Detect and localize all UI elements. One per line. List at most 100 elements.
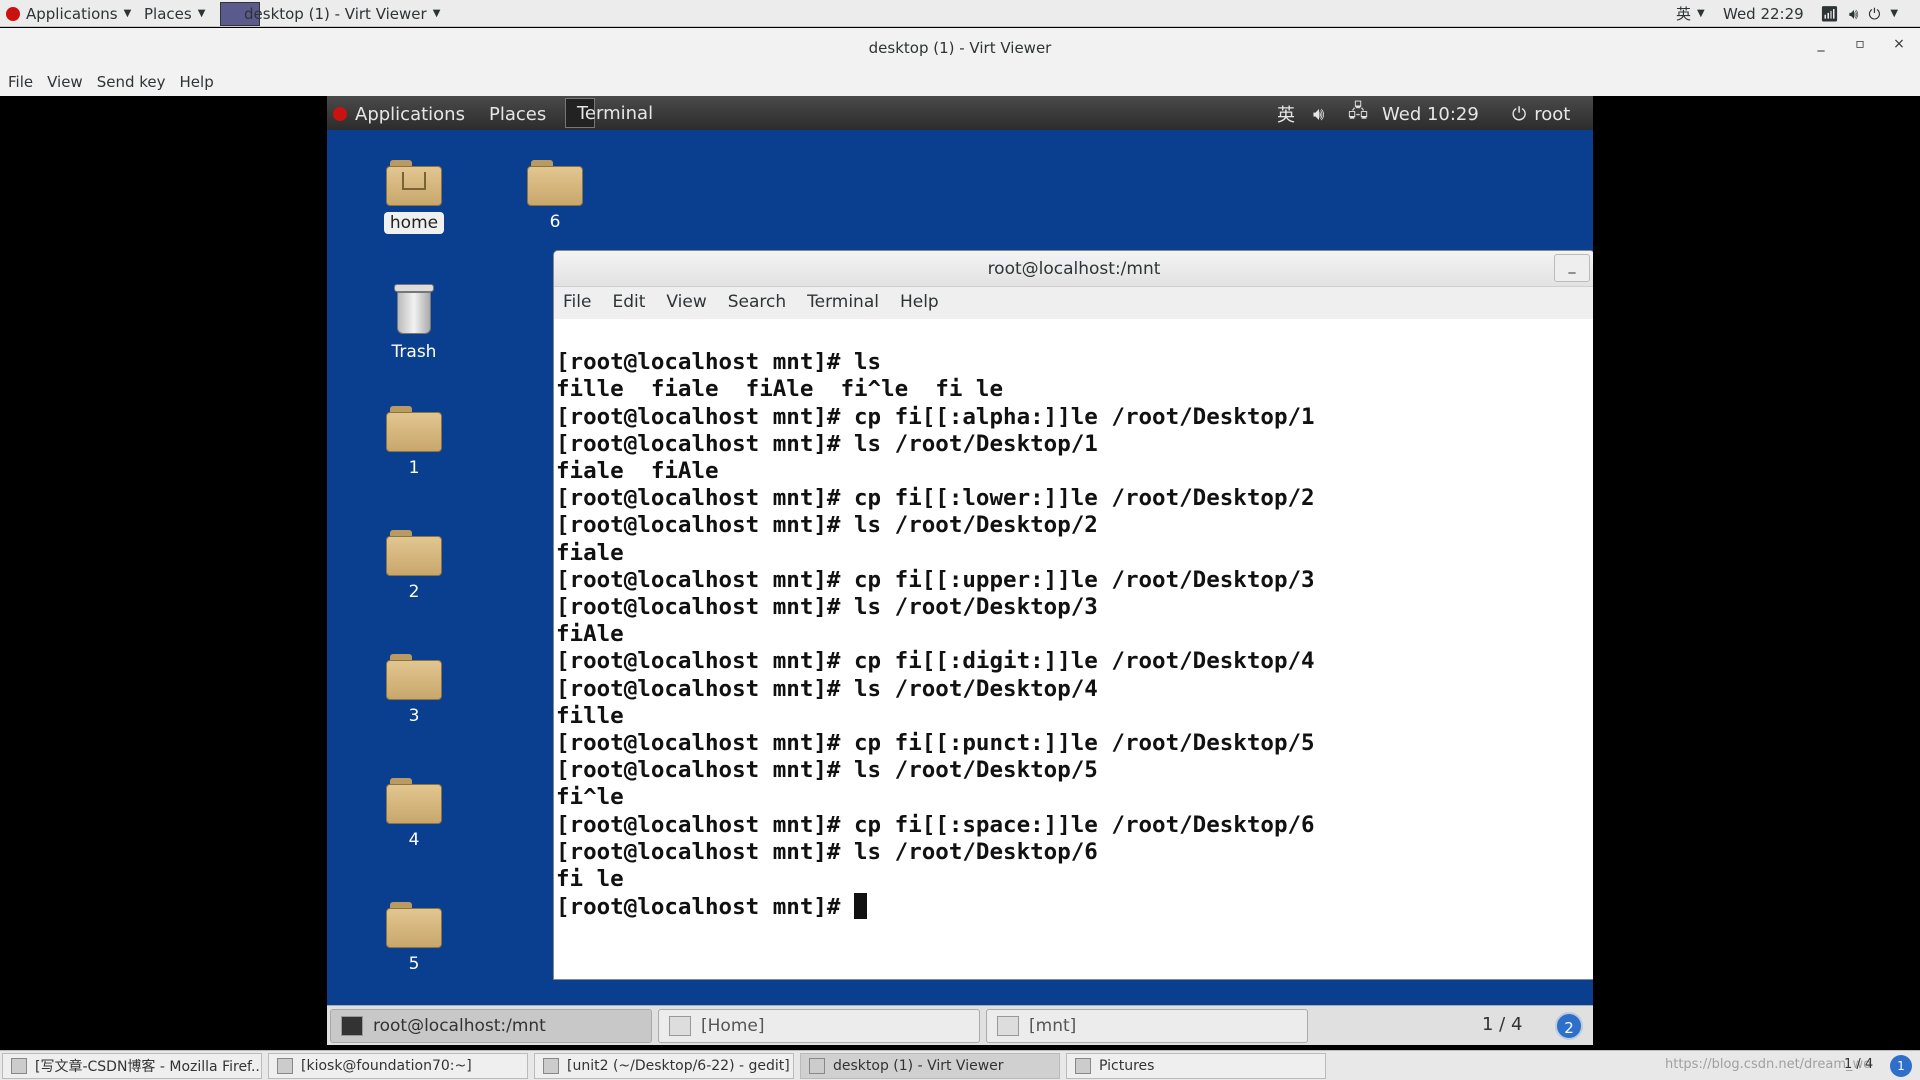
host-system-tray[interactable]: 📶︎ 🔊︎ ⏻ ▼ bbox=[1820, 4, 1898, 23]
chevron-down-icon: ▼ bbox=[1890, 8, 1899, 19]
text-editor-icon bbox=[543, 1058, 559, 1074]
guest-user-menu[interactable]: ⏻ root bbox=[1512, 102, 1570, 126]
desktop-icon-folder-6[interactable]: 6 bbox=[500, 160, 610, 232]
folder-icon bbox=[386, 406, 442, 452]
terminal-line: fille fiale fiAle fi^le fi le bbox=[556, 376, 1004, 403]
desktop-icon-folder-5[interactable]: 5 bbox=[359, 902, 469, 974]
terminal-line: [root@localhost mnt]# ls bbox=[556, 349, 882, 376]
terminal-line: [root@localhost mnt]# ls /root/Desktop/3 bbox=[556, 594, 1098, 621]
guest-applications-menu[interactable]: Applications bbox=[333, 102, 465, 126]
volume-icon: 🔊︎ bbox=[1313, 103, 1325, 125]
guest-places-menu[interactable]: Places bbox=[489, 102, 546, 126]
close-button[interactable]: × bbox=[1886, 36, 1912, 58]
host-applications-menu[interactable]: Applications ▼ bbox=[6, 4, 131, 23]
terminal-titlebar[interactable]: root@localhost:/mnt _ bbox=[554, 251, 1593, 287]
terminal-window[interactable]: root@localhost:/mnt _ File Edit View Sea… bbox=[553, 250, 1593, 980]
terminal-menu-view[interactable]: View bbox=[666, 292, 706, 319]
guest-input-method[interactable]: 英 bbox=[1277, 102, 1295, 126]
folder-icon bbox=[386, 778, 442, 824]
desktop-icon-folder-4[interactable]: 4 bbox=[359, 778, 469, 850]
guest-task-home[interactable]: [Home] bbox=[658, 1009, 980, 1043]
host-task-label: [kiosk@foundation70:~] bbox=[301, 1058, 472, 1074]
workspace-indicator[interactable]: 1 / 4 bbox=[1482, 1014, 1522, 1035]
volume-icon: 🔊︎ bbox=[1849, 4, 1859, 23]
desktop-icon-label: 4 bbox=[408, 830, 420, 850]
folder-icon bbox=[386, 902, 442, 948]
terminal-line: [root@localhost mnt]# ls /root/Desktop/6 bbox=[556, 838, 1098, 865]
terminal-output[interactable]: [root@localhost mnt]# ls fille fiale fiAl… bbox=[554, 319, 1593, 979]
chevron-down-icon: ▼ bbox=[1697, 8, 1705, 19]
desktop-icon-folder-3[interactable]: 3 bbox=[359, 654, 469, 726]
desktop-icon-home[interactable]: home bbox=[359, 160, 469, 234]
guest-network[interactable]: 🖧 bbox=[1348, 101, 1369, 126]
terminal-title: root@localhost:/mnt bbox=[987, 259, 1161, 279]
terminal-line: [root@localhost mnt]# cp fi[[:alpha:]]le… bbox=[556, 403, 1315, 430]
host-task-pictures[interactable]: Pictures bbox=[1066, 1053, 1326, 1079]
desktop-icon-trash[interactable]: Trash bbox=[359, 282, 469, 362]
host-task-label: desktop (1) - Virt Viewer bbox=[833, 1058, 1004, 1074]
guest-task-mnt[interactable]: [mnt] bbox=[986, 1009, 1308, 1043]
network-icon: 🖧 bbox=[1348, 101, 1369, 122]
desktop-icon-folder-2[interactable]: 2 bbox=[359, 530, 469, 602]
firefox-icon bbox=[11, 1058, 27, 1074]
folder-icon bbox=[386, 654, 442, 700]
host-notification-badge[interactable]: 1 bbox=[1890, 1055, 1912, 1077]
host-window-list: [写文章-CSDN博客 - Mozilla Firef... [kiosk@fo… bbox=[0, 1050, 1920, 1080]
terminal-line: [root@localhost mnt]# cp fi[[:digit:]]le… bbox=[556, 648, 1315, 675]
desktop-icon-label: Trash bbox=[391, 342, 437, 362]
host-input-method[interactable]: 英 ▼ bbox=[1676, 4, 1705, 23]
host-task-label: [写文章-CSDN博客 - Mozilla Firef... bbox=[35, 1059, 262, 1075]
menu-file[interactable]: File bbox=[8, 68, 43, 96]
desktop-icon-folder-1[interactable]: 1 bbox=[359, 406, 469, 478]
terminal-line: [root@localhost mnt]# cp fi[[:space:]]le… bbox=[556, 811, 1315, 838]
terminal-line: [root@localhost mnt]# cp fi[[:punct:]]le… bbox=[556, 730, 1315, 757]
maximize-button[interactable]: ▫ bbox=[1847, 36, 1873, 58]
host-task-virt-viewer[interactable]: desktop (1) - Virt Viewer bbox=[800, 1053, 1060, 1079]
terminal-minimize-button[interactable]: _ bbox=[1554, 254, 1590, 282]
terminal-line: [root@localhost mnt]# ls /root/Desktop/2 bbox=[556, 512, 1098, 539]
desktop-icon-label: 1 bbox=[408, 458, 420, 478]
guest-task-terminal[interactable]: root@localhost:/mnt bbox=[330, 1009, 652, 1043]
host-clock-label: Wed 22:29 bbox=[1723, 4, 1804, 23]
host-task-terminal[interactable]: [kiosk@foundation70:~] bbox=[268, 1053, 528, 1079]
redhat-logo-icon bbox=[6, 6, 20, 21]
host-task-label: [unit2 (~/Desktop/6-22) - gedit] bbox=[567, 1058, 790, 1074]
host-workspace-indicator[interactable]: 1 / 4 bbox=[1844, 1057, 1873, 1072]
menu-view[interactable]: View bbox=[47, 68, 93, 96]
terminal-menu-search[interactable]: Search bbox=[728, 292, 786, 319]
virt-viewer-icon bbox=[809, 1058, 825, 1074]
file-manager-icon bbox=[1075, 1058, 1091, 1074]
terminal-menu-help[interactable]: Help bbox=[900, 292, 939, 319]
terminal-icon bbox=[341, 1016, 363, 1036]
host-clock[interactable]: Wed 22:29 bbox=[1723, 4, 1804, 23]
terminal-menu-file[interactable]: File bbox=[563, 292, 591, 319]
terminal-line: [root@localhost mnt]# cp fi[[:lower:]]le… bbox=[556, 485, 1315, 512]
folder-icon bbox=[386, 530, 442, 576]
terminal-line: fi le bbox=[556, 866, 624, 893]
guest-volume[interactable]: 🔊︎ bbox=[1313, 102, 1324, 126]
desktop-icon-label: 3 bbox=[408, 706, 420, 726]
guest-clock[interactable]: Wed 10:29 bbox=[1382, 102, 1479, 126]
menu-help[interactable]: Help bbox=[180, 68, 224, 96]
guest-task-label: [mnt] bbox=[1029, 1016, 1077, 1036]
guest-display[interactable]: Applications Places Terminal 英 🔊︎ 🖧 Wed … bbox=[327, 96, 1593, 1045]
desktop-icon-label: 5 bbox=[408, 954, 420, 974]
notification-badge[interactable]: 2 bbox=[1555, 1012, 1583, 1040]
menu-send-key[interactable]: Send key bbox=[97, 68, 176, 96]
virt-viewer-menubar: File View Send key Help bbox=[0, 68, 1920, 96]
folder-icon bbox=[527, 160, 583, 206]
host-task-firefox[interactable]: [写文章-CSDN博客 - Mozilla Firef... bbox=[2, 1053, 262, 1079]
minimize-button[interactable]: _ bbox=[1808, 36, 1834, 58]
terminal-menu-terminal[interactable]: Terminal bbox=[807, 292, 879, 319]
guest-terminal-launcher[interactable]: Terminal bbox=[565, 98, 653, 128]
host-task-gedit[interactable]: [unit2 (~/Desktop/6-22) - gedit] bbox=[534, 1053, 794, 1079]
host-places-menu[interactable]: Places ▼ bbox=[144, 4, 205, 23]
host-window-menu[interactable]: desktop (1) - Virt Viewer ▼ bbox=[220, 1, 440, 26]
wifi-icon: 📶︎ bbox=[1820, 4, 1840, 23]
text-cursor bbox=[854, 893, 868, 920]
home-folder-icon bbox=[386, 160, 442, 206]
terminal-prompt-line[interactable]: [root@localhost mnt]# bbox=[556, 893, 1592, 921]
terminal-menu-edit[interactable]: Edit bbox=[612, 292, 645, 319]
host-top-panel: Applications ▼ Places ▼ desktop (1) - Vi… bbox=[0, 0, 1920, 27]
terminal-menubar: File Edit View Search Terminal Help bbox=[554, 287, 1593, 319]
